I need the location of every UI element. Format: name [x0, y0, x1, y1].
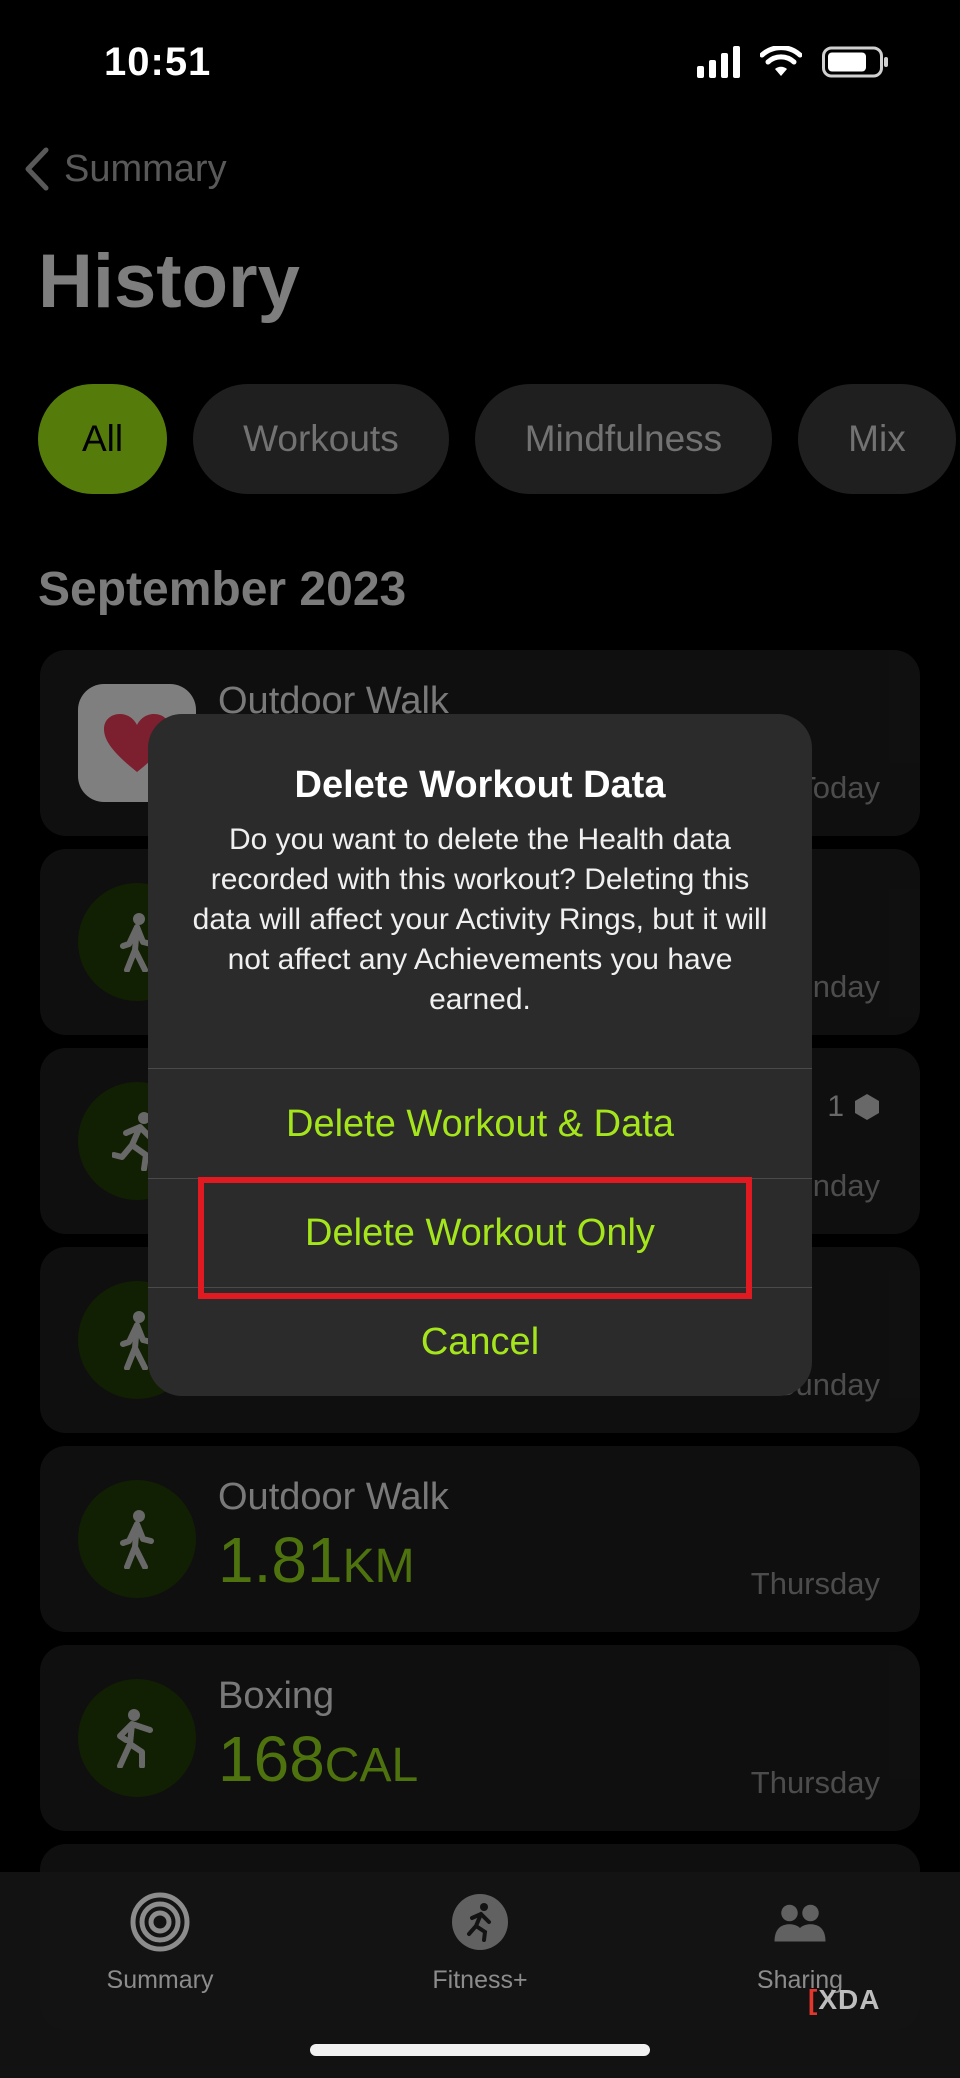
back-button[interactable]: Summary — [22, 146, 227, 192]
tab-fitness-label: Fitness+ — [432, 1966, 528, 1994]
walking-figure-icon — [120, 1510, 154, 1569]
xda-watermark: [XDA — [808, 1984, 880, 2016]
highlight-box — [198, 1177, 752, 1299]
alert-title: Delete Workout Data — [294, 764, 666, 806]
card-title: Outdoor Walk — [218, 1476, 449, 1518]
watermark-bracket: [ — [808, 1984, 819, 2015]
workout-card[interactable]: Outdoor Walk 1.81KM Thursday — [40, 1446, 920, 1632]
filter-chips: All Workouts Mindfulness Mix — [38, 384, 960, 494]
achievement-badge: 1 — [827, 1090, 880, 1124]
filter-chip-workouts[interactable]: Workouts — [193, 384, 449, 494]
metric-unit: CAL — [324, 1739, 419, 1792]
alert-divider — [148, 1068, 812, 1069]
delete-workout-and-data-button[interactable]: Delete Workout & Data — [148, 1070, 812, 1178]
tab-sharing[interactable]: Sharing — [700, 1892, 900, 1995]
tab-fitness-plus[interactable]: Fitness+ — [380, 1892, 580, 1995]
tab-summary-label: Summary — [106, 1966, 214, 1994]
filter-chip-mindfulness[interactable]: Mindfulness — [474, 384, 773, 494]
card-title: Boxing — [218, 1675, 335, 1717]
fitness-plus-icon — [452, 1894, 508, 1950]
workout-card[interactable]: Boxing 168CAL Thursday — [40, 1645, 920, 1831]
card-day: Thursday — [750, 1566, 880, 1601]
alert-message: Do you want to delete the Health data re… — [192, 823, 768, 1016]
workout-icon — [78, 1679, 196, 1797]
card-metric: 168CAL — [218, 1727, 418, 1791]
metric-value: 1.81 — [218, 1524, 343, 1596]
people-icon — [774, 1904, 826, 1942]
badge-count: 1 — [827, 1090, 844, 1123]
tab-summary[interactable]: Summary — [60, 1892, 260, 1995]
home-indicator[interactable] — [310, 2044, 650, 2056]
page-title: History — [38, 239, 300, 324]
hexagon-badge-icon — [855, 1094, 879, 1120]
filter-chip-all[interactable]: All — [38, 384, 168, 494]
metric-value: 168 — [218, 1723, 325, 1795]
activity-rings-icon — [130, 1892, 190, 1952]
card-day: Thursday — [750, 1765, 880, 1800]
section-title: September 2023 — [38, 563, 407, 616]
boxing-figure-icon — [117, 1709, 153, 1768]
chevron-left-icon — [25, 147, 49, 191]
metric-unit: KM — [342, 1540, 415, 1593]
workout-icon — [78, 1480, 196, 1598]
back-label: Summary — [64, 147, 227, 190]
filter-chip-mix[interactable]: Mix — [798, 384, 956, 494]
card-metric: 1.81KM — [218, 1528, 415, 1592]
cancel-button[interactable]: Cancel — [148, 1288, 812, 1396]
watermark-text: XDA — [818, 1984, 881, 2015]
